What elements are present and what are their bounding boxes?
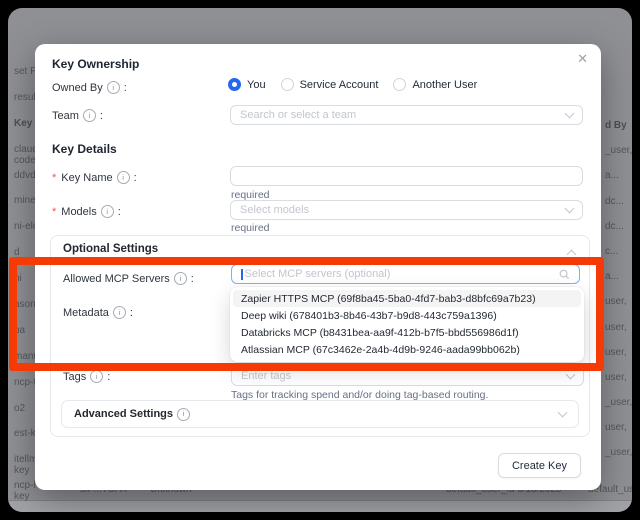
chevron-up-icon[interactable] [567, 250, 577, 260]
table-cell-fragment: _user, [605, 145, 632, 170]
team-select-placeholder: Search or select a team [240, 109, 566, 121]
owned-by-radio-option[interactable]: Service Account [281, 78, 379, 91]
allowed-mcp-servers-label: Allowed MCP Servers i : [63, 272, 194, 285]
required-mark: * [52, 206, 56, 218]
mcp-server-option-label: Databricks MCP (b8431bea-aa9f-412b-b7f5-… [241, 327, 519, 339]
table-cell-fragment: user, [605, 347, 632, 372]
chevron-down-icon [558, 408, 568, 418]
table-cell-fragment: user, [605, 322, 632, 347]
modal-title: Key Ownership [52, 57, 139, 71]
radio-label: Another User [412, 79, 477, 91]
owned-by-label: Owned By i : [52, 81, 127, 94]
key-ownership-modal: Key Ownership ✕ Owned By i : You Service… [35, 44, 601, 490]
background-table-right-column: d By_user,a...dc...dc...c...a...user,use… [605, 120, 632, 473]
mcp-servers-dropdown: Zapier HTTPS MCP (69f8ba45-5ba0-4fd7-bab… [230, 287, 584, 362]
info-icon[interactable]: i [101, 205, 114, 218]
app-window-backdrop: set FresultKey Aclaude code-ddvdmineni-e… [8, 8, 632, 512]
table-footer-strip [8, 500, 632, 512]
models-required-hint: required [231, 222, 270, 234]
owned-by-radio-option[interactable]: Another User [393, 78, 477, 91]
tags-input[interactable]: Enter tags [231, 366, 584, 386]
mcp-server-option[interactable]: Atlassian MCP (67c3462e-2a4b-4d9b-9246-a… [233, 342, 581, 359]
radio-icon [281, 78, 294, 91]
advanced-settings-panel[interactable]: Advanced Settings i [61, 400, 579, 428]
table-cell-fragment: dc... [605, 221, 632, 246]
create-key-button[interactable]: Create Key [498, 453, 581, 478]
key-details-heading: Key Details [52, 142, 117, 156]
info-icon[interactable]: i [177, 408, 190, 421]
table-cell-fragment: _user, [605, 447, 632, 472]
required-mark: * [52, 172, 56, 184]
table-cell-fragment: dc... [605, 196, 632, 221]
mcp-server-option[interactable]: Databricks MCP (b8431bea-aa9f-412b-b7f5-… [233, 324, 581, 341]
close-icon[interactable]: ✕ [577, 52, 588, 65]
chevron-down-icon [566, 370, 576, 380]
owned-by-radio-option[interactable]: You [228, 78, 266, 91]
table-cell-fragment: user, [605, 372, 632, 397]
radio-label: You [247, 79, 266, 91]
table-cell-fragment: user, [605, 296, 632, 321]
radio-label: Service Account [300, 79, 379, 91]
mcp-server-option-label: Zapier HTTPS MCP (69f8ba45-5ba0-4fd7-bab… [241, 293, 536, 305]
mcp-servers-placeholder: Select MCP servers (optional) [245, 268, 560, 280]
table-cell-fragment: _user, [605, 397, 632, 422]
tags-label: Tags i : [63, 370, 110, 383]
team-label: Team i : [52, 109, 103, 122]
info-icon[interactable]: i [83, 109, 96, 122]
info-icon[interactable]: i [117, 171, 130, 184]
key-name-input[interactable] [230, 166, 583, 186]
chevron-down-icon [565, 204, 575, 214]
chevron-down-icon [565, 109, 575, 119]
table-cell-fragment: user, [605, 422, 632, 447]
info-icon[interactable]: i [113, 306, 126, 319]
owned-by-radio-group: You Service Account Another User [228, 78, 477, 91]
models-select-placeholder: Select models [240, 204, 566, 216]
mcp-servers-input[interactable]: Select MCP servers (optional) [231, 264, 580, 284]
mcp-server-option-label: Deep wiki (678401b3-8b46-43b7-b9d8-443c7… [241, 310, 497, 322]
text-cursor [241, 269, 243, 280]
key-name-label: * Key Name i : [52, 171, 137, 184]
table-cell-fragment: a... [605, 271, 632, 296]
info-icon[interactable]: i [107, 81, 120, 94]
info-icon[interactable]: i [90, 370, 103, 383]
table-cell-fragment: c... [605, 246, 632, 271]
info-icon[interactable]: i [174, 272, 187, 285]
search-icon [559, 269, 570, 280]
metadata-label: Metadata i : [63, 306, 133, 319]
models-select[interactable]: Select models [230, 200, 583, 220]
advanced-settings-heading: Advanced Settings [74, 408, 173, 420]
team-select[interactable]: Search or select a team [230, 105, 583, 125]
radio-icon [393, 78, 406, 91]
mcp-server-option[interactable]: Deep wiki (678401b3-8b46-43b7-b9d8-443c7… [233, 307, 581, 324]
table-cell-fragment: d By [605, 120, 632, 145]
models-label: * Models i : [52, 205, 121, 218]
radio-icon [228, 78, 241, 91]
table-cell-fragment: a... [605, 170, 632, 195]
mcp-server-option-label: Atlassian MCP (67c3462e-2a4b-4d9b-9246-a… [241, 344, 520, 356]
optional-settings-header[interactable]: Optional Settings [63, 243, 158, 255]
mcp-server-option[interactable]: Zapier HTTPS MCP (69f8ba45-5ba0-4fd7-bab… [233, 290, 581, 307]
tags-placeholder: Enter tags [241, 370, 567, 382]
